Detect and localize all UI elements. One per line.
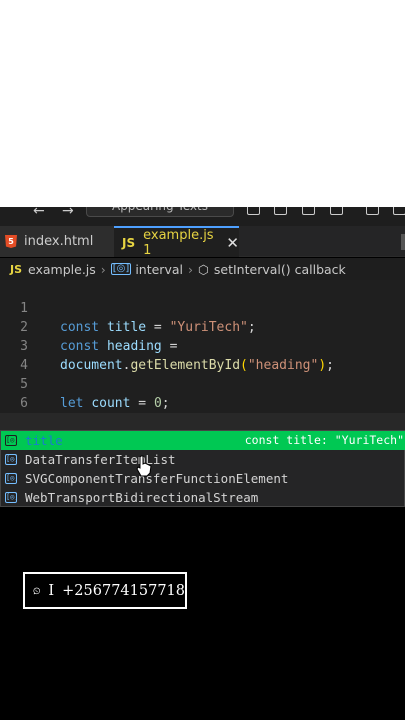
phone-number: +256774157718: [62, 582, 185, 599]
code-line: 5 let count = 0;: [0, 356, 405, 411]
suggestion-item[interactable]: [◎] DataTransferItemList: [1, 450, 405, 469]
js-icon: JS: [122, 235, 136, 250]
suggestion-item[interactable]: [◎] SVGComponentTransferFunctionElement: [1, 469, 405, 488]
close-icon[interactable]: ✕: [226, 234, 239, 252]
suggestion-label: DataTransferItemList: [25, 452, 176, 467]
code-line: 2 const heading =: [0, 299, 405, 354]
chevron-right-icon: ›: [100, 261, 106, 277]
suggestion-item-selected[interactable]: [◎] title const title: "YuriTech": [1, 431, 405, 450]
tab-index-html[interactable]: 5 index.html: [0, 226, 114, 257]
suggestion-label: title: [25, 433, 63, 448]
tab-label: example.js 1: [143, 227, 214, 258]
breadcrumb: JS example.js › [◎] interval › ⬡ setInte…: [0, 258, 405, 280]
variable-icon: [◎]: [5, 492, 19, 503]
forward-arrow-icon[interactable]: →: [62, 207, 74, 219]
code-line: 1 const title = "YuriTech";: [0, 280, 405, 335]
suggestion-item[interactable]: [◎] WebTransportBidirectionalStream: [1, 488, 405, 507]
suggestion-detail: const title: "YuriTech": [244, 433, 404, 447]
customize-layout-icon[interactable]: [330, 207, 343, 215]
code-line: 3 document.getElementById("heading");: [0, 318, 405, 373]
variable-icon: [◎]: [5, 473, 19, 484]
tab-label: index.html: [24, 234, 94, 249]
layout-icon[interactable]: [247, 207, 260, 215]
tab-overflow: [401, 234, 405, 250]
cube-icon: ⬡: [197, 261, 209, 277]
variable-icon: [◎]: [5, 454, 19, 465]
editor-tabs: 5 index.html JS example.js 1 ✕: [0, 226, 405, 258]
suggestion-widget: [◎] title const title: "YuriTech" [◎] Da…: [0, 430, 405, 507]
hand-pointer-icon: [136, 455, 152, 477]
maximize-icon[interactable]: [393, 207, 405, 215]
breadcrumb-symbol[interactable]: interval: [135, 262, 183, 277]
layout-panel-icon[interactable]: [274, 207, 287, 215]
code-line: 7 let interval = setInterval(() => {: [0, 394, 405, 449]
html5-icon: 5: [5, 235, 17, 248]
title-bar: ← → Appearing Texts: [0, 207, 405, 226]
suggestion-label: WebTransportBidirectionalStream: [25, 490, 259, 505]
minimize-icon[interactable]: [366, 207, 379, 215]
chevron-right-icon: ›: [187, 261, 193, 277]
command-center-label: Appearing Texts: [112, 207, 208, 217]
variable-icon: [◎]: [5, 435, 19, 446]
code-line: 4: [0, 337, 405, 373]
code-line: 6: [0, 375, 405, 411]
layout-sidebar-icon[interactable]: [302, 207, 315, 215]
js-icon: JS: [10, 262, 23, 276]
tab-example-js[interactable]: JS example.js 1 ✕: [114, 226, 239, 258]
variable-icon: [◎]: [110, 263, 132, 275]
command-center[interactable]: Appearing Texts: [86, 207, 234, 217]
breadcrumb-file[interactable]: example.js: [28, 262, 96, 277]
whatsapp-icon: [33, 587, 40, 594]
code-editor[interactable]: 1 const title = "YuriTech"; 2 const head…: [0, 280, 405, 488]
back-arrow-icon[interactable]: ←: [33, 207, 45, 219]
video-top-area: [0, 0, 405, 207]
breadcrumb-callback[interactable]: setInterval() callback: [214, 262, 346, 277]
contact-box: I +256774157718: [23, 572, 187, 609]
suggestion-label: SVGComponentTransferFunctionElement: [25, 471, 289, 486]
separator-bar: I: [48, 582, 55, 599]
